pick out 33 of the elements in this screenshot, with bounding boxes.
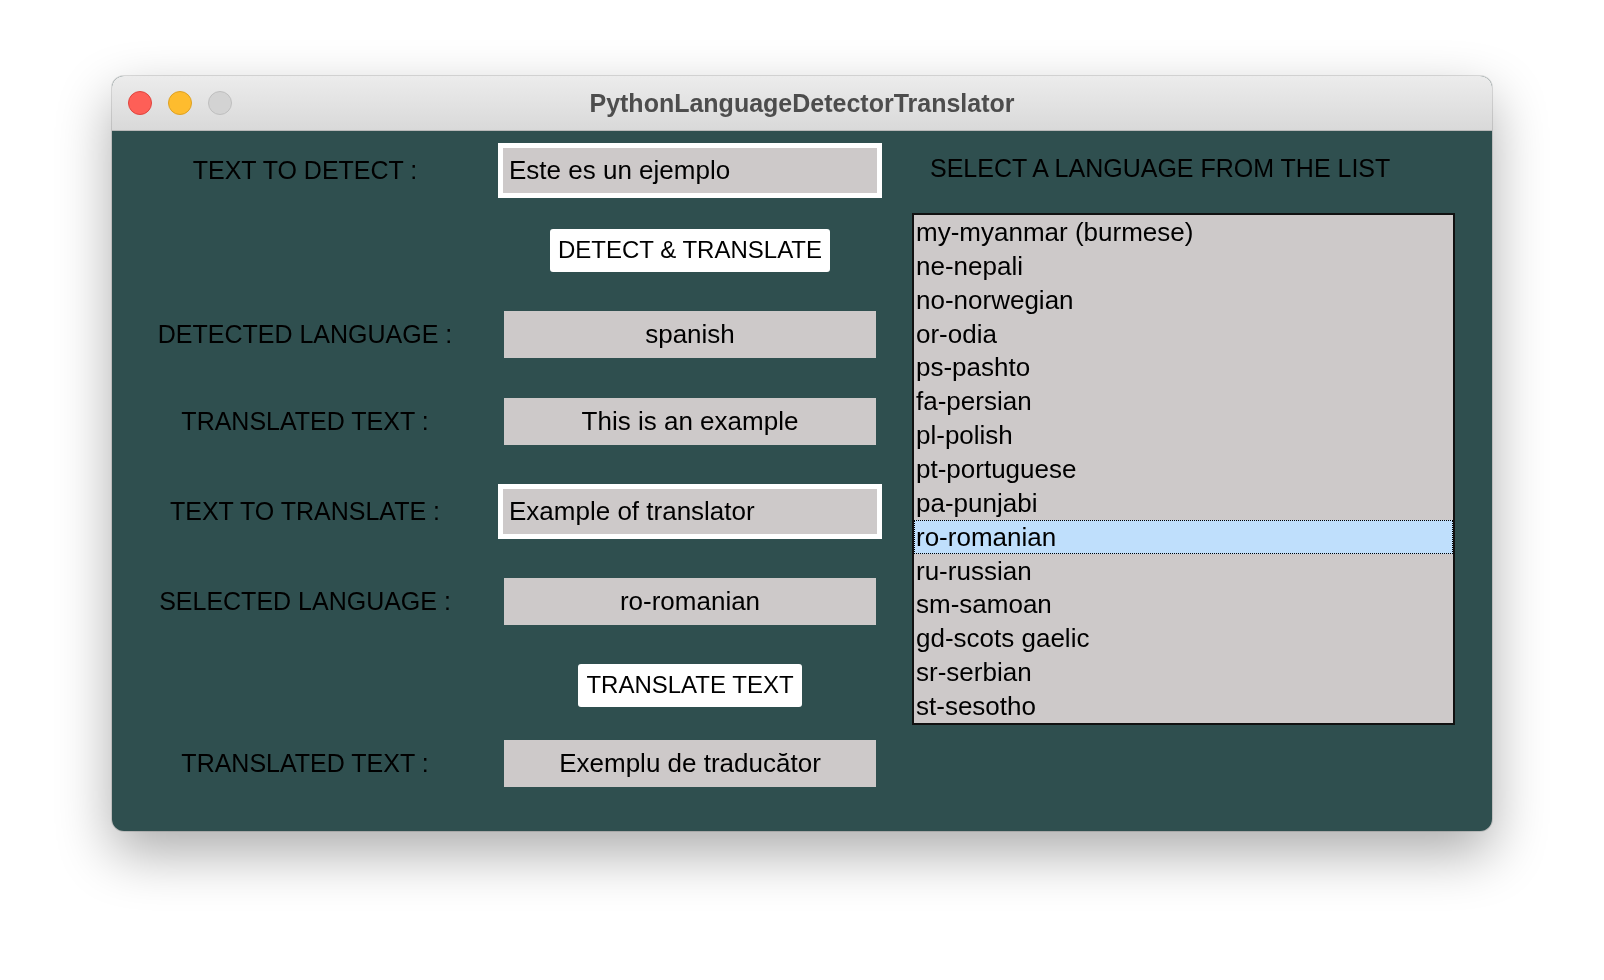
field-label: SELECTED LANGUAGE :: [159, 586, 451, 616]
list-item[interactable]: sm-samoan: [914, 587, 1453, 622]
minimize-button[interactable]: [168, 91, 192, 115]
output-field: Exemplu de traducător: [504, 739, 876, 787]
list-item[interactable]: sr-serbian: [914, 655, 1453, 690]
input-field[interactable]: Example of translator: [498, 484, 882, 539]
action-button[interactable]: TRANSLATE TEXT: [578, 663, 802, 707]
output-field: spanish: [504, 310, 876, 358]
output-field: ro-romanian: [504, 577, 876, 625]
list-item[interactable]: pl-polish: [914, 418, 1453, 452]
list-item[interactable]: gd-scots gaelic: [914, 621, 1453, 656]
close-button[interactable]: [128, 91, 152, 115]
field-label: TEXT TO TRANSLATE :: [170, 497, 440, 526]
field-label: DETECTED LANGUAGE :: [157, 319, 453, 349]
list-item[interactable]: ne-nepali: [914, 248, 1453, 283]
list-item[interactable]: pt-portuguese: [914, 452, 1453, 486]
field-label: TEXT TO DETECT :: [192, 155, 418, 185]
list-item[interactable]: ps-pashto: [914, 350, 1453, 385]
field-label: TRANSLATED TEXT :: [181, 748, 429, 778]
output-field: This is an example: [504, 398, 876, 445]
list-heading: SELECT A LANGUAGE FROM THE LIST: [930, 153, 1392, 184]
list-item[interactable]: fa-persian: [914, 384, 1453, 419]
list-item[interactable]: ru-russian: [914, 553, 1453, 588]
list-item[interactable]: my-myanmar (burmese): [914, 215, 1453, 249]
list-item[interactable]: or-odia: [914, 316, 1453, 351]
list-item[interactable]: no-norwegian: [914, 282, 1453, 317]
window-title: PythonLanguageDetectorTranslator: [589, 88, 1015, 118]
list-item[interactable]: st-sesotho: [914, 689, 1453, 723]
list-item[interactable]: pa-punjabi: [914, 485, 1453, 520]
input-field[interactable]: Este es un ejemplo: [498, 142, 882, 198]
list-item[interactable]: ro-romanian: [914, 519, 1453, 554]
field-label: TRANSLATED TEXT :: [181, 407, 429, 436]
action-button[interactable]: DETECT & TRANSLATE: [549, 228, 831, 272]
